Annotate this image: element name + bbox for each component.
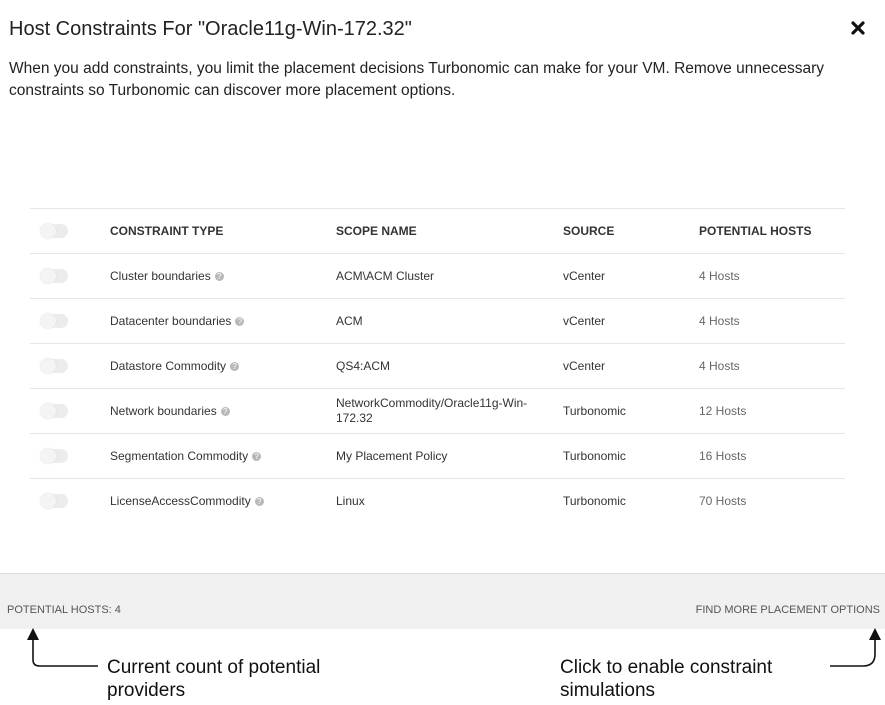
source: vCenter (563, 269, 606, 283)
scope-name: ACM\ACM Cluster (336, 268, 435, 283)
constraint-type: Datastore Commodity (110, 359, 227, 373)
source: Turbonomic (563, 404, 626, 418)
scope-name: My Placement Policy (336, 448, 448, 463)
constraint-toggle[interactable] (40, 268, 68, 284)
find-more-placement-options-link[interactable]: FIND MORE PLACEMENT OPTIONS (696, 604, 880, 616)
help-icon[interactable]: ? (214, 271, 224, 281)
potential-hosts-count: POTENTIAL HOSTS: 4 (7, 604, 121, 616)
source: Turbonomic (563, 449, 626, 463)
scope-name: NetworkCommodity/Oracle11g-Win-172.32 (336, 396, 528, 425)
header-potential-hosts[interactable]: POTENTIAL HOSTS (699, 209, 839, 253)
close-icon[interactable] (850, 20, 868, 38)
annotation-potential-providers: Current count of potential providers (107, 657, 321, 701)
potential-hosts: 4 Hosts (699, 314, 740, 328)
help-icon[interactable]: ? (220, 406, 230, 416)
toggle-all-switch[interactable] (40, 223, 68, 239)
source: vCenter (563, 359, 606, 373)
constraints-table: CONSTRAINT TYPE SCOPE NAME SOURCE POTENT… (30, 208, 845, 523)
constraint-toggle[interactable] (40, 448, 68, 464)
scope-name: Linux (336, 493, 365, 508)
annotation-constraint-simulations: Click to enable constraint simulations (560, 657, 773, 701)
header-constraint-type[interactable]: CONSTRAINT TYPE (110, 209, 320, 253)
table-row: LicenseAccessCommodity? Linux Turbonomic… (30, 478, 845, 523)
constraint-type: LicenseAccessCommodity (110, 494, 251, 508)
scope-name: QS4:ACM (336, 358, 391, 373)
potential-hosts: 12 Hosts (699, 404, 747, 418)
potential-hosts: 4 Hosts (699, 359, 740, 373)
dialog-title: Host Constraints For "Oracle11g-Win-172.… (9, 18, 412, 40)
table-row: Network boundaries? NetworkCommodity/Ora… (30, 388, 845, 433)
table-row: Datastore Commodity? QS4:ACM vCenter 4 H… (30, 343, 845, 388)
constraint-toggle[interactable] (40, 358, 68, 374)
table-row: Segmentation Commodity? My Placement Pol… (30, 433, 845, 478)
source: vCenter (563, 314, 606, 328)
help-icon[interactable]: ? (252, 451, 262, 461)
source: Turbonomic (563, 494, 626, 508)
header-source[interactable]: SOURCE (563, 209, 683, 253)
table-row: Cluster boundaries? ACM\ACM Cluster vCen… (30, 253, 845, 298)
scope-name: ACM (336, 313, 363, 328)
constraint-type: Cluster boundaries (110, 269, 211, 283)
help-icon[interactable]: ? (254, 496, 264, 506)
constraint-toggle[interactable] (40, 493, 68, 509)
table-row: Datacenter boundaries? ACM vCenter 4 Hos… (30, 298, 845, 343)
constraint-type: Datacenter boundaries (110, 314, 232, 328)
table-header-row: CONSTRAINT TYPE SCOPE NAME SOURCE POTENT… (30, 208, 845, 253)
potential-hosts: 4 Hosts (699, 269, 740, 283)
constraint-toggle[interactable] (40, 403, 68, 419)
constraint-toggle[interactable] (40, 313, 68, 329)
help-icon[interactable]: ? (235, 316, 245, 326)
potential-hosts: 70 Hosts (699, 494, 747, 508)
potential-hosts: 16 Hosts (699, 449, 747, 463)
dialog-description: When you add constraints, you limit the … (9, 60, 824, 99)
constraint-type: Segmentation Commodity (110, 449, 249, 463)
host-constraints-dialog: Host Constraints For "Oracle11g-Win-172.… (0, 0, 885, 629)
help-icon[interactable]: ? (230, 361, 240, 371)
header-scope-name[interactable]: SCOPE NAME (336, 209, 546, 253)
constraint-type: Network boundaries (110, 404, 217, 418)
